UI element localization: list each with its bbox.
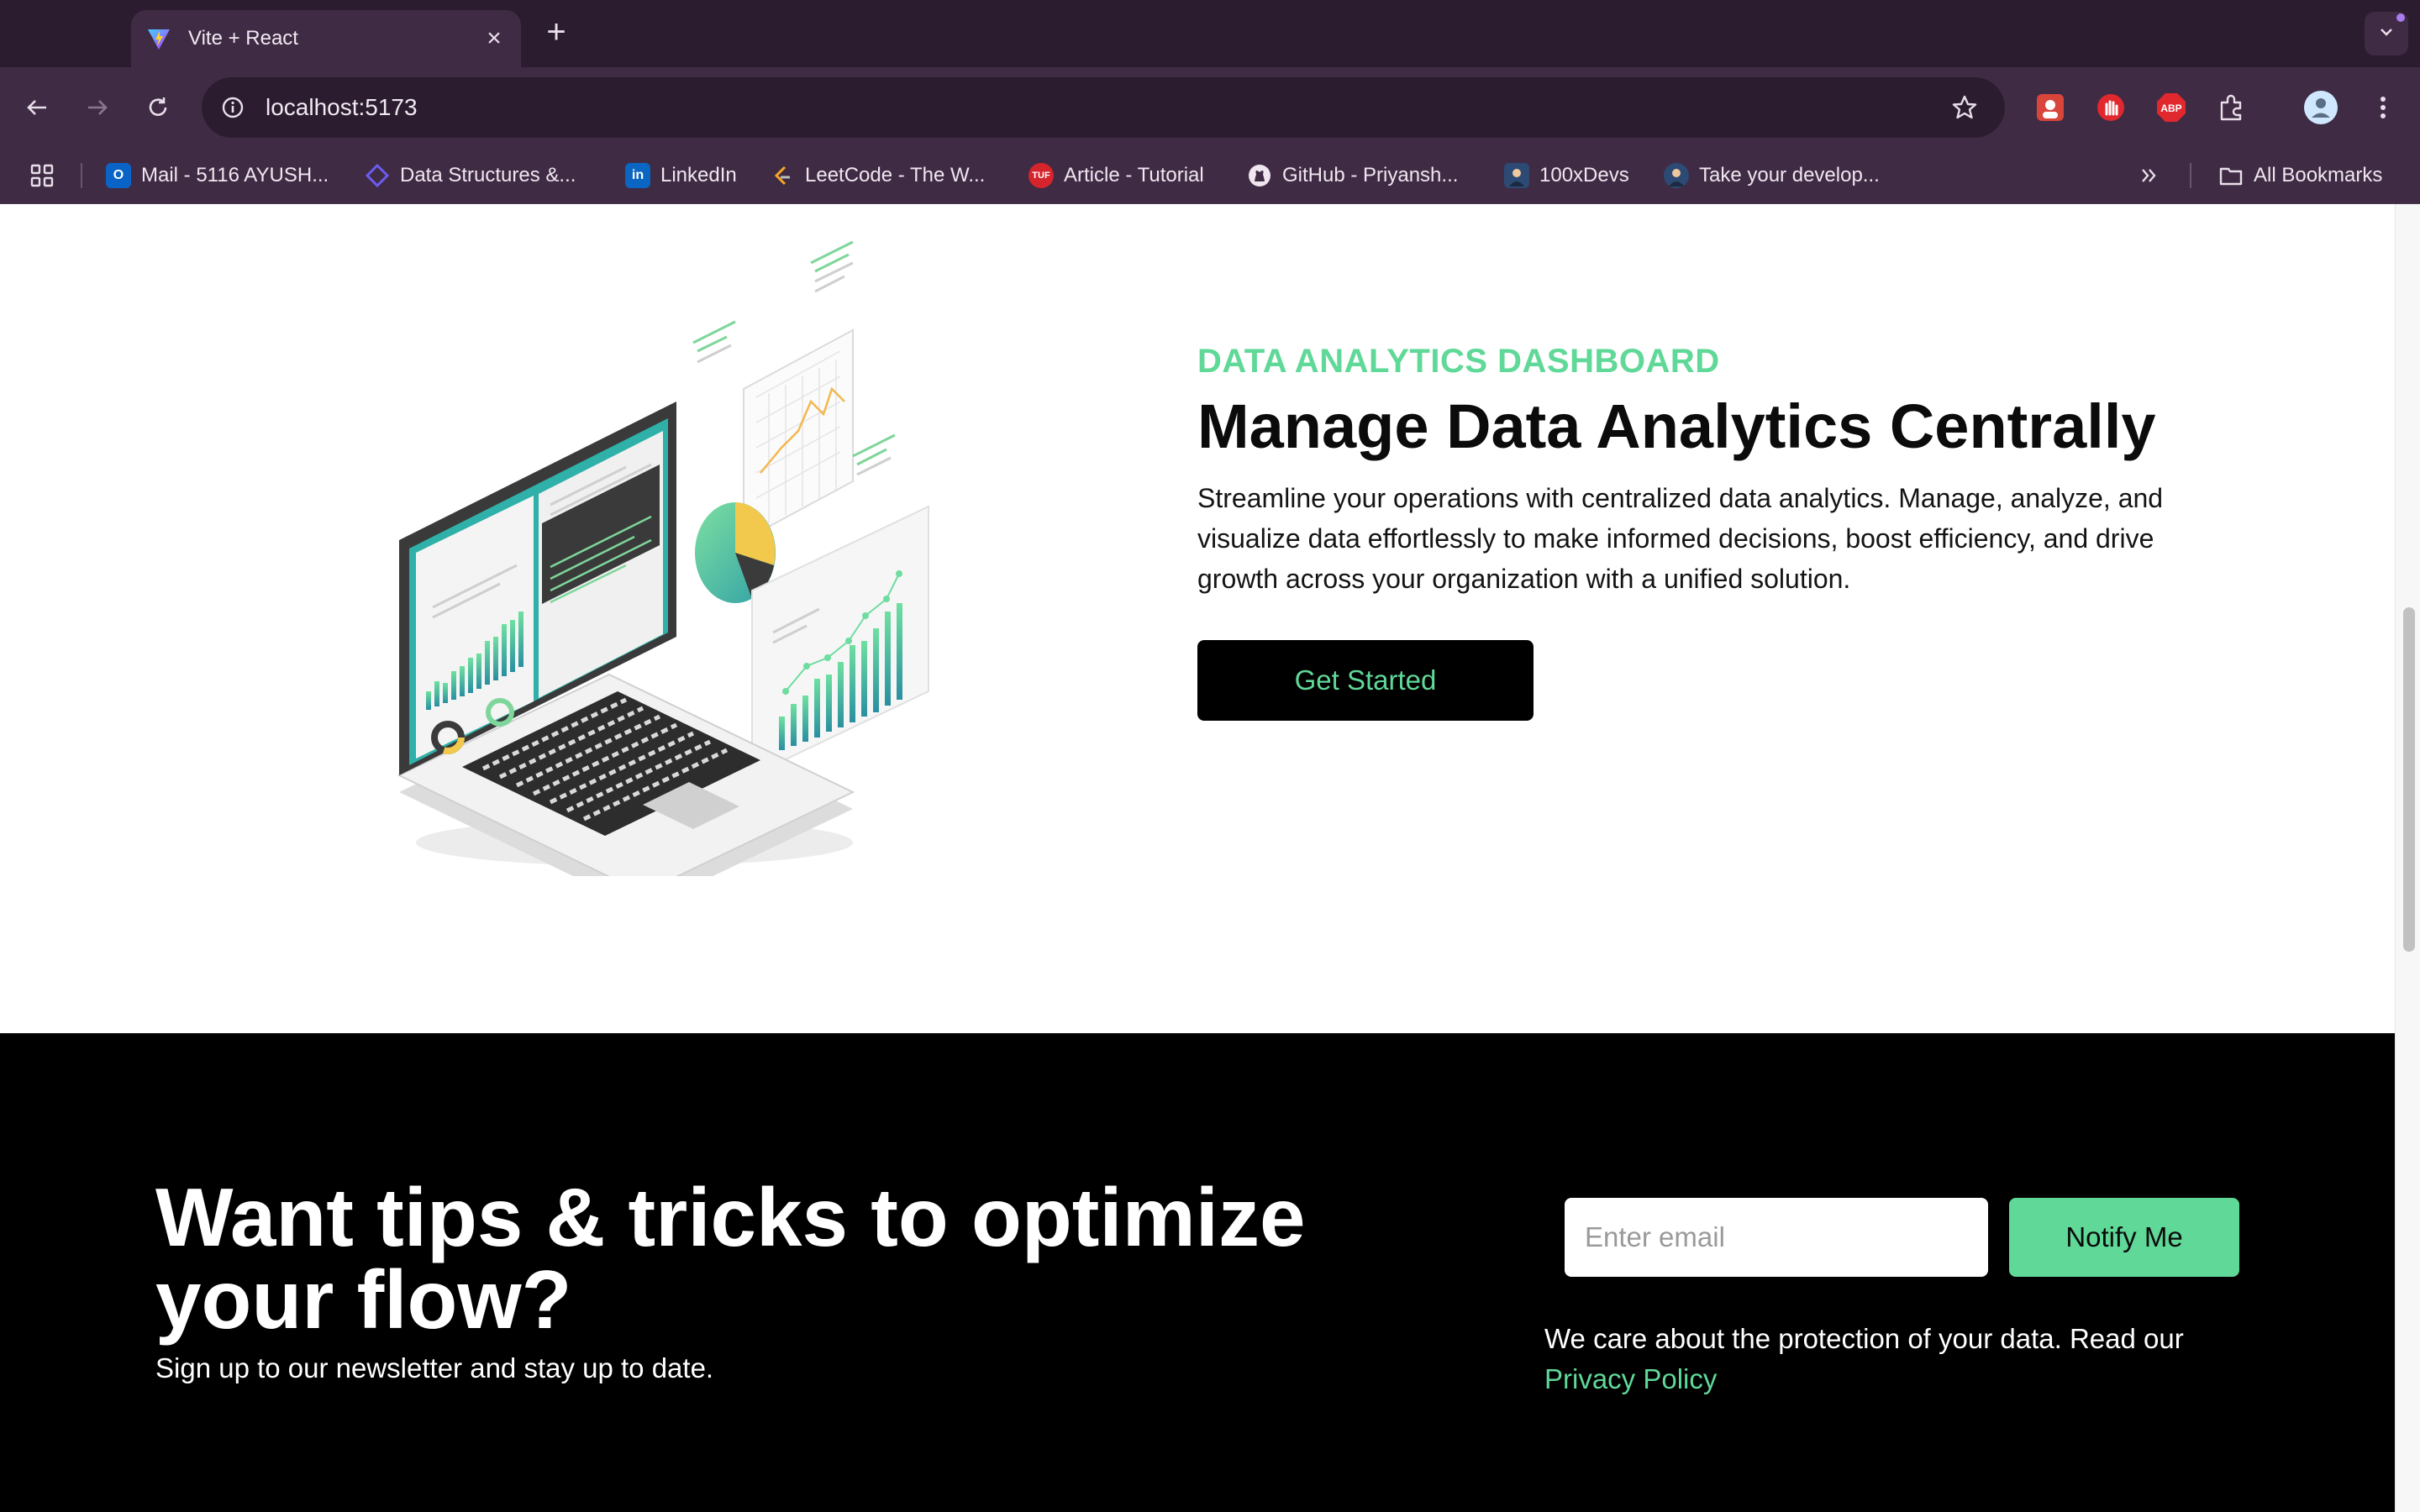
browser-tab-strip: Vite + React × +	[0, 0, 2420, 67]
reload-icon	[149, 97, 167, 116]
leetcode-icon	[770, 163, 795, 188]
bookmark-article[interactable]: TUF Article - Tutorial	[1028, 158, 1204, 193]
forward-button[interactable]	[77, 87, 118, 128]
url-text: localhost:5173	[266, 94, 418, 120]
bookmark-label: Take your develop...	[1699, 164, 1880, 186]
all-bookmarks-button[interactable]: All Bookmarks	[2218, 158, 2382, 193]
bookmark-take-your-develop[interactable]: Take your develop...	[1664, 158, 1880, 193]
bookmarks-separator	[2190, 163, 2191, 188]
bookmark-label: Data Structures &...	[400, 164, 576, 186]
forward-arrow-icon	[88, 100, 108, 115]
tab-title: Vite + React	[188, 27, 298, 50]
site-info-icon[interactable]	[218, 93, 247, 122]
bookmark-label: LinkedIn	[660, 164, 737, 186]
bookmark-github[interactable]: GitHub - Priyansh...	[1247, 158, 1458, 193]
svg-text:ABP: ABP	[2160, 102, 2181, 114]
page-scrollbar[interactable]	[2395, 204, 2420, 1512]
reload-button[interactable]	[138, 87, 178, 128]
bookmark-star-icon[interactable]	[1949, 92, 1980, 123]
apps-grid-icon	[30, 164, 54, 187]
privacy-policy-link[interactable]: Privacy Policy	[1544, 1363, 1717, 1394]
all-bookmarks-label: All Bookmarks	[2254, 164, 2383, 186]
newsletter-subtitle: Sign up to our newsletter and stay up to…	[155, 1352, 714, 1383]
profile-avatar[interactable]	[2302, 89, 2339, 126]
page-viewport: DATA ANALYTICS DASHBOARD Manage Data Ana…	[0, 204, 2395, 1512]
extension-block-icon[interactable]	[2092, 89, 2129, 126]
bookmark-data-structures[interactable]: Data Structures &...	[365, 158, 576, 193]
bookmark-mail[interactable]: O Mail - 5116 AYUSH...	[106, 158, 329, 193]
outlook-icon: O	[106, 163, 131, 188]
close-tab-icon[interactable]: ×	[481, 25, 508, 52]
avatar-icon	[1504, 163, 1529, 188]
github-icon	[1247, 163, 1272, 188]
bookmark-label: GitHub - Priyansh...	[1282, 164, 1459, 186]
browser-toolbar: localhost:5173 ABP	[0, 67, 2420, 148]
bookmark-label: Mail - 5116 AYUSH...	[141, 164, 329, 186]
bookmarks-separator	[81, 163, 82, 188]
extensions-puzzle-icon[interactable]	[2213, 89, 2250, 126]
analytics-laptop-illustration	[397, 240, 929, 876]
bookmark-label: Article - Tutorial	[1064, 164, 1204, 186]
avatar-icon	[1664, 163, 1689, 188]
more-bookmarks-button[interactable]	[2138, 158, 2160, 193]
bookmark-label: LeetCode - The W...	[805, 164, 986, 186]
hero-title: Manage Data Analytics Centrally	[1197, 391, 2156, 461]
email-input[interactable]	[1565, 1198, 1988, 1277]
browser-tab[interactable]: Vite + React ×	[131, 10, 521, 67]
hero-eyebrow: DATA ANALYTICS DASHBOARD	[1197, 343, 1720, 380]
newsletter-title: Want tips & tricks to optimize your flow…	[155, 1171, 1306, 1346]
linkedin-icon: in	[625, 163, 650, 188]
back-arrow-icon	[27, 100, 46, 115]
chevron-down-icon	[2377, 23, 2396, 45]
bookmark-100xdevs[interactable]: 100xDevs	[1504, 158, 1629, 193]
get-started-button[interactable]: Get Started	[1197, 640, 1534, 721]
folder-icon	[2218, 163, 2244, 188]
dsa-icon	[365, 163, 390, 188]
back-button[interactable]	[17, 87, 57, 128]
apps-grid-button[interactable]	[29, 158, 55, 193]
bookmark-linkedin[interactable]: in LinkedIn	[625, 158, 737, 193]
privacy-note: We care about the protection of your dat…	[1544, 1319, 2217, 1399]
extension-adblock-icon[interactable]: ABP	[2153, 89, 2190, 126]
new-tab-icon[interactable]: +	[539, 15, 573, 49]
bookmarks-bar: O Mail - 5116 AYUSH... Data Structures &…	[0, 148, 2420, 204]
extension-profile-icon[interactable]	[2032, 89, 2069, 126]
bookmark-label: 100xDevs	[1539, 164, 1629, 186]
tuf-icon: TUF	[1028, 163, 1054, 188]
vite-icon	[145, 24, 173, 53]
double-chevron-right-icon	[2142, 169, 2156, 182]
bookmark-leetcode[interactable]: LeetCode - The W...	[770, 158, 985, 193]
scrollbar-thumb[interactable]	[2403, 607, 2415, 952]
newsletter-section: Want tips & tricks to optimize your flow…	[0, 1033, 2395, 1512]
browser-menu-icon[interactable]	[2365, 89, 2402, 126]
address-bar[interactable]: localhost:5173	[202, 77, 2005, 138]
notify-me-button[interactable]: Notify Me	[2009, 1198, 2239, 1277]
notification-dot	[2396, 13, 2405, 22]
privacy-text: We care about the protection of your dat…	[1544, 1323, 2184, 1354]
tab-search-button[interactable]	[2365, 12, 2408, 55]
hero-description: Streamline your operations with centrali…	[1197, 483, 2164, 594]
